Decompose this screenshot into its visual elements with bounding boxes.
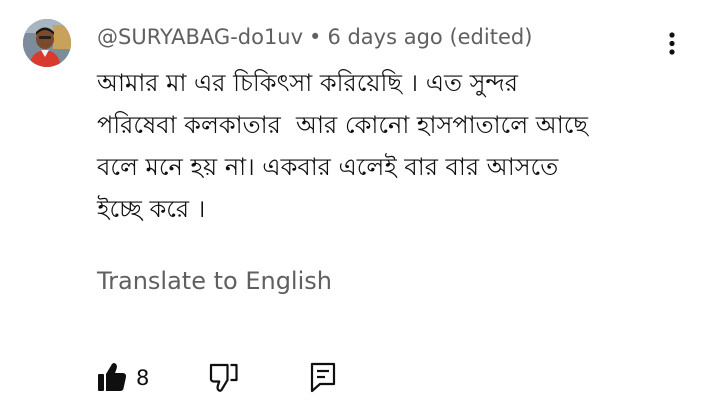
comment-line: আমার মা এর চিকিৎসা করিয়েছি । এত সুন্দর [97,69,518,97]
comment-line: বলে মনে হয় না। একবার এলেই বার বার আসতে [97,153,559,181]
comment-text: আমার মা এর চিকিৎসা করিয়েছি । এত সুন্দর … [97,62,687,230]
reply-button[interactable] [308,360,338,394]
more-vertical-icon [669,32,675,55]
author-avatar[interactable] [23,19,71,67]
comment-timestamp[interactable]: 6 days ago (edited) [327,25,532,49]
comment-menu-button[interactable] [658,28,686,58]
like-button[interactable] [96,360,128,394]
avatar-image [23,19,71,67]
author-name[interactable]: @SURYABAG-do1uv [97,25,303,49]
reply-comment-icon [310,362,336,393]
comment-line: ইচ্ছে করে । [97,195,206,223]
thumbs-down-outline-icon [209,363,238,392]
thumbs-up-filled-icon [98,363,127,391]
comment-line: পরিষেবা কলকাতার আর কোনো হাসপাতালে আছে [97,111,588,139]
translate-button[interactable]: Translate to English [97,265,332,297]
meta-separator: • [309,25,322,49]
comment-header: @SURYABAG-do1uv • 6 days ago (edited) [97,24,532,50]
dislike-button[interactable] [208,360,240,394]
like-count: 8 [136,366,150,390]
